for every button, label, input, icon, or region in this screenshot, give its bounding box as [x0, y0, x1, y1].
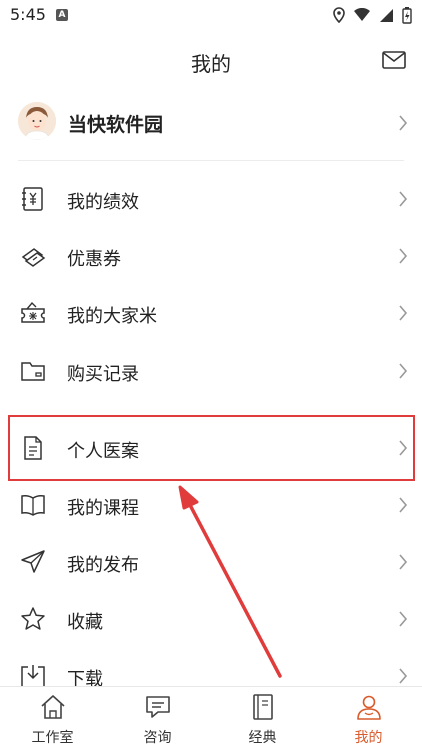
mail-icon[interactable]: [382, 50, 406, 70]
coupon-icon: [21, 248, 46, 267]
status-bar: 5:45 A: [0, 0, 422, 30]
menu-item-purchase-records[interactable]: 购买记录: [0, 343, 422, 400]
tab-label: 工作室: [31, 730, 74, 746]
chevron-right-icon: [399, 497, 408, 513]
avatar-icon: [18, 102, 56, 140]
wallet-icon: [21, 362, 45, 381]
star-icon: [21, 607, 45, 630]
menu-item-label: 购买记录: [67, 364, 139, 385]
menu-item-label: 我的绩效: [67, 192, 139, 213]
tab-label: 经典: [248, 730, 277, 746]
menu-item-publications[interactable]: 我的发布: [0, 534, 422, 591]
tab-studio[interactable]: 工作室: [0, 687, 105, 751]
chevron-right-icon: [399, 305, 408, 321]
menu-item-label: 我的发布: [67, 555, 139, 576]
chevron-right-icon: [399, 363, 408, 379]
highlight-annotation-box: [8, 415, 415, 481]
bottom-tab-bar: 工作室 咨询 经典 我的: [0, 686, 422, 751]
signal-icon: [380, 8, 393, 22]
status-icons: [333, 6, 412, 24]
chevron-right-icon: [399, 668, 408, 684]
avatar: [18, 102, 56, 140]
profile-row[interactable]: 当快软件园: [0, 92, 422, 156]
menu-item-coupons[interactable]: 优惠券: [0, 228, 422, 285]
wifi-icon: [354, 8, 370, 21]
send-icon: [21, 550, 45, 573]
notification-badge: A: [56, 9, 68, 21]
status-time: 5:45: [10, 5, 46, 24]
page-title: 我的: [191, 52, 231, 76]
classic-book-icon: [253, 694, 273, 720]
menu-item-performance[interactable]: 我的绩效: [0, 171, 422, 228]
tab-label: 我的: [354, 730, 383, 746]
chat-icon: [146, 696, 170, 718]
book-icon: [21, 495, 45, 516]
page-header: 我的: [0, 30, 422, 92]
person-icon: [357, 695, 381, 720]
battery-icon: [402, 6, 412, 24]
menu-item-label: 我的大家米: [67, 306, 157, 327]
menu-item-dajiami[interactable]: 我的大家米: [0, 285, 422, 342]
tab-mine[interactable]: 我的: [316, 687, 421, 751]
divider: [18, 160, 404, 161]
tab-classics[interactable]: 经典: [210, 687, 315, 751]
menu-item-label: 收藏: [67, 612, 103, 633]
location-icon: [333, 7, 345, 23]
menu-item-favorites[interactable]: 收藏: [0, 591, 422, 648]
rice-ticket-icon: [21, 301, 45, 323]
ledger-yen-icon: [22, 187, 43, 211]
chevron-right-icon: [399, 115, 408, 131]
menu-item-label: 我的课程: [67, 498, 139, 519]
house-icon: [41, 695, 65, 719]
tab-consult[interactable]: 咨询: [105, 687, 210, 751]
chevron-right-icon: [399, 248, 408, 264]
tab-label: 咨询: [143, 730, 172, 746]
menu-item-label: 优惠券: [67, 249, 121, 270]
chevron-right-icon: [399, 611, 408, 627]
chevron-right-icon: [399, 191, 408, 207]
chevron-right-icon: [399, 554, 408, 570]
profile-name: 当快软件园: [68, 114, 164, 136]
menu-item-courses[interactable]: 我的课程: [0, 477, 422, 534]
